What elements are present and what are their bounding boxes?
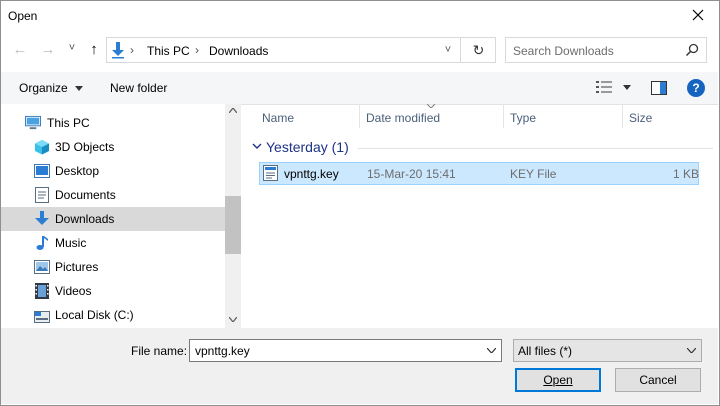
cancel-button[interactable]: Cancel <box>615 368 701 392</box>
column-separator[interactable] <box>622 104 623 128</box>
sidebar-item-desktop[interactable]: Desktop <box>1 159 225 183</box>
column-header-size[interactable]: Size <box>629 111 652 137</box>
filename-label: File name: <box>131 344 188 358</box>
close-button[interactable] <box>686 4 710 26</box>
sidebar-item-label: 3D Objects <box>55 140 115 154</box>
group-divider <box>358 148 713 149</box>
file-date: 15-Mar-20 15:41 <box>367 167 456 181</box>
filename-value: vpnttg.key <box>195 344 250 358</box>
sidebar-item-3d-objects[interactable]: 3D Objects <box>1 135 225 159</box>
sidebar-item-label: Documents <box>55 188 116 202</box>
help-icon: ? <box>692 81 700 95</box>
help-button[interactable]: ? <box>687 79 705 97</box>
filetype-value: All files (*) <box>518 344 573 358</box>
preview-pane-icon[interactable] <box>651 81 667 95</box>
arrow-right-icon: → <box>40 41 56 58</box>
column-separator[interactable] <box>503 104 504 128</box>
organize-button[interactable]: Organize <box>19 81 84 95</box>
scroll-up-icon[interactable] <box>229 108 237 113</box>
sidebar-item-videos[interactable]: Videos <box>1 279 225 303</box>
computer-icon <box>25 115 41 130</box>
column-separator[interactable] <box>359 104 360 128</box>
close-icon <box>692 9 704 21</box>
column-header-type[interactable]: Type <box>510 111 536 137</box>
desktop-icon <box>34 164 50 178</box>
scroll-down-icon[interactable] <box>229 317 237 322</box>
navigation-pane: This PC 3D Objects Desktop Documents Dow… <box>1 104 241 328</box>
cancel-label: Cancel <box>639 373 677 387</box>
collapse-group-icon[interactable] <box>252 143 262 150</box>
breadcrumb-downloads[interactable]: Downloads <box>209 44 268 58</box>
sidebar-item-label: Desktop <box>55 164 100 178</box>
sidebar-item-label: Videos <box>55 284 92 298</box>
cube-icon <box>35 140 49 155</box>
file-icon <box>263 165 278 181</box>
open-button[interactable]: Open <box>515 368 601 392</box>
downloads-arrow-icon <box>112 42 124 59</box>
sort-indicator-icon <box>427 104 435 108</box>
recent-locations-button[interactable]: ˅ <box>64 42 80 60</box>
column-header-date[interactable]: Date modified <box>366 111 440 137</box>
search-input[interactable]: Search Downloads <box>513 44 614 58</box>
sidebar-item-label: This PC <box>47 116 90 130</box>
caret-down-icon <box>75 86 84 92</box>
back-button[interactable]: ← <box>10 41 30 61</box>
group-header[interactable]: Yesterday (1) <box>266 139 349 155</box>
details-view-icon <box>596 81 612 93</box>
refresh-icon: ↻ <box>472 42 485 58</box>
column-header-name[interactable]: Name <box>262 111 294 137</box>
breadcrumb-this-pc[interactable]: This PC <box>147 44 190 58</box>
sidebar-item-this-pc[interactable]: This PC <box>1 111 225 135</box>
sidebar-item-label: Downloads <box>55 212 115 226</box>
address-dropdown[interactable]: ˅ <box>438 38 458 62</box>
window-title: Open <box>8 9 38 23</box>
chevron-down-icon: ˅ <box>444 44 452 56</box>
change-view-button[interactable] <box>596 80 632 96</box>
chevron-down-icon[interactable] <box>487 348 496 353</box>
up-button[interactable]: ↑ <box>84 41 104 61</box>
pictures-icon <box>34 260 50 274</box>
new-folder-button[interactable]: New folder <box>110 81 167 95</box>
new-folder-label: New folder <box>110 81 168 95</box>
organize-label: Organize <box>19 81 68 95</box>
chevron-down-icon <box>687 348 696 353</box>
sidebar-item-local-disk[interactable]: Local Disk (C:) <box>1 303 225 327</box>
sidebar-item-pictures[interactable]: Pictures <box>1 255 225 279</box>
arrow-left-icon: ← <box>12 41 28 58</box>
file-type: KEY File <box>510 167 557 181</box>
refresh-button[interactable]: ↻ <box>460 37 496 63</box>
file-name: vpnttg.key <box>284 167 339 181</box>
open-label: Open <box>543 373 573 387</box>
breadcrumb-separator: › <box>130 43 134 57</box>
sidebar-item-label: Pictures <box>55 260 99 274</box>
caret-down-icon <box>623 85 632 90</box>
music-note-icon <box>36 236 48 250</box>
chevron-down-icon: ˅ <box>68 42 76 54</box>
scrollbar-thumb[interactable] <box>225 196 241 254</box>
forward-button[interactable]: → <box>38 41 58 61</box>
search-icon <box>685 43 699 57</box>
hard-drive-icon <box>34 311 50 323</box>
sidebar-item-label: Local Disk (C:) <box>55 308 134 322</box>
arrow-up-icon: ↑ <box>90 41 98 58</box>
film-icon <box>35 283 49 299</box>
sidebar-item-documents[interactable]: Documents <box>1 183 225 207</box>
download-icon <box>35 211 49 225</box>
file-size: 1 KB <box>673 167 700 181</box>
documents-icon <box>35 187 49 203</box>
sidebar-item-downloads[interactable]: Downloads <box>1 207 225 231</box>
breadcrumb-separator: › <box>195 43 199 57</box>
sidebar-item-label: Music <box>55 236 87 250</box>
sidebar-item-music[interactable]: Music <box>1 231 225 255</box>
